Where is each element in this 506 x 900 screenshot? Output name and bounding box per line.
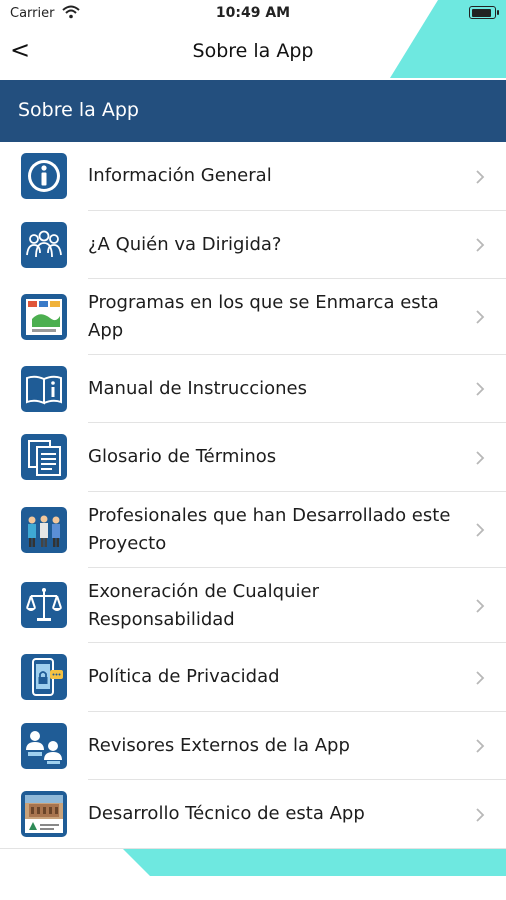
menu-item-politica-de-privacidad[interactable]: Política de Privacidad	[0, 643, 506, 712]
menu-item-label: Manual de Instrucciones	[88, 378, 307, 399]
menu-item-label: Información General	[88, 165, 272, 186]
phone-lock-icon	[20, 653, 68, 701]
chevron-right-icon	[476, 170, 485, 184]
menu-item-label: Programas en los que se Enmarca esta App	[88, 292, 439, 341]
menu-item-a-quien-va-dirigida[interactable]: ¿A Quién va Dirigida?	[0, 211, 506, 279]
menu-item-label: ¿A Quién va Dirigida?	[88, 234, 282, 255]
documents-icon	[20, 433, 68, 481]
chevron-right-icon	[476, 523, 485, 537]
chevron-right-icon	[476, 739, 485, 753]
chevron-right-icon	[476, 238, 485, 252]
chevron-right-icon	[476, 451, 485, 465]
menu-item-profesionales[interactable]: Profesionales que han Desarrollado este …	[0, 492, 506, 568]
reviewers-icon	[20, 722, 68, 770]
menu-item-manual-de-instrucciones[interactable]: Manual de Instrucciones	[0, 355, 506, 423]
info-icon	[20, 152, 68, 200]
divider	[0, 848, 506, 849]
programs-document-icon	[20, 293, 68, 341]
menu-item-label: Desarrollo Técnico de esta App	[88, 803, 365, 824]
status-bar: Carrier 10:49 AM	[0, 0, 506, 28]
teal-accent-bottom	[122, 848, 506, 876]
people-group-icon	[20, 221, 68, 269]
section-title: Sobre la App	[18, 99, 139, 121]
chevron-right-icon	[476, 599, 485, 613]
menu-item-programas[interactable]: Programas en los que se Enmarca esta App	[0, 279, 506, 355]
menu-item-label: Profesionales que han Desarrollado este …	[88, 505, 451, 554]
scales-icon	[20, 581, 68, 629]
book-info-icon	[20, 365, 68, 413]
section-header: Sobre la App	[0, 80, 506, 142]
menu-item-desarrollo-tecnico[interactable]: Desarrollo Técnico de esta App	[0, 780, 506, 849]
chevron-right-icon	[476, 808, 485, 822]
status-time: 10:49 AM	[215, 5, 291, 21]
menu-item-label: Exoneración de Cualquier Responsabilidad	[88, 581, 319, 630]
chevron-right-icon	[476, 671, 485, 685]
menu-item-revisores-externos[interactable]: Revisores Externos de la App	[0, 712, 506, 780]
menu-item-label: Glosario de Términos	[88, 446, 277, 467]
menu-item-exoneracion[interactable]: Exoneración de Cualquier Responsabilidad	[0, 568, 506, 643]
navigation-bar: < Sobre la App	[0, 28, 506, 78]
chevron-right-icon	[476, 382, 485, 396]
menu-item-informacion-general[interactable]: Información General	[0, 142, 506, 211]
professionals-icon	[20, 506, 68, 554]
menu-item-glosario-de-terminos[interactable]: Glosario de Términos	[0, 423, 506, 492]
page-title: Sobre la App	[192, 40, 314, 62]
building-photo-icon	[20, 790, 68, 838]
battery-icon	[469, 6, 499, 19]
menu-item-label: Revisores Externos de la App	[88, 735, 350, 756]
chevron-right-icon	[476, 310, 485, 324]
menu-item-label: Política de Privacidad	[88, 666, 280, 687]
